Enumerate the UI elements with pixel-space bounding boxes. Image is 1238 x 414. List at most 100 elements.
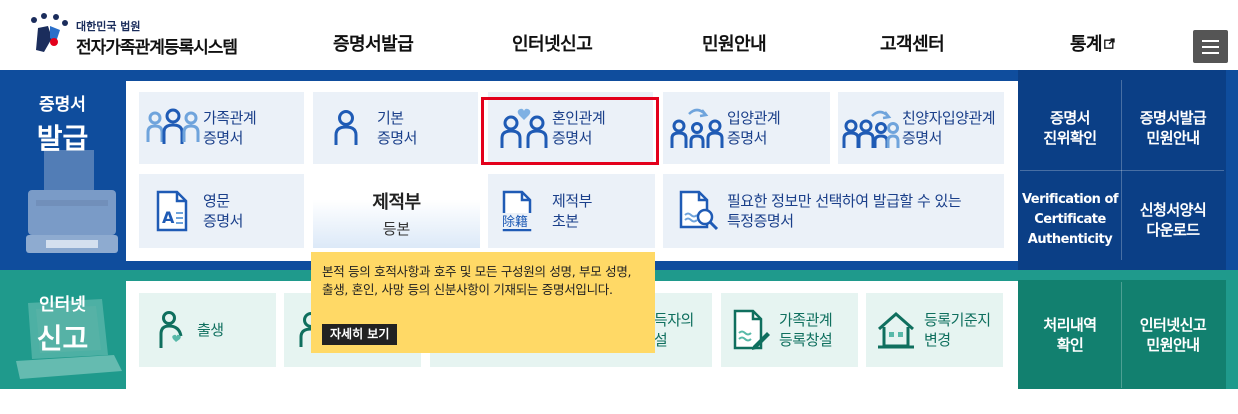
full-adoption-icon [842, 110, 900, 148]
tile-subtitle: 등본 [382, 220, 411, 238]
side-divider-vertical [1121, 282, 1122, 388]
link-line3: Authenticity [1027, 232, 1113, 247]
tile-label-line2: 증명서 [377, 129, 417, 147]
tile-label-line2: 등록창설 [779, 331, 833, 349]
adoption-icon [670, 108, 724, 148]
link-form-download[interactable]: 신청서양식 다운로드 [1123, 200, 1223, 240]
link-certificate-civil-guide[interactable]: 증명서발급 민원안내 [1123, 108, 1223, 148]
tile-label: 제적부 초본 [552, 191, 592, 231]
english-document-icon: A [156, 190, 188, 232]
nav-statistics-label: 통계 [1070, 34, 1103, 55]
tooltip: 본적 등의 호적사항과 호주 및 모든 구성원의 성명, 부모 성명, 출생, … [311, 252, 655, 353]
tile-marriage-certificate[interactable]: 혼인관계 증명서 [488, 92, 653, 164]
link-line1: 신청서양식 [1139, 201, 1207, 219]
link-line2: 확인 [1056, 336, 1084, 354]
birth-icon [159, 311, 183, 348]
link-line2: 민원안내 [1146, 336, 1200, 354]
external-link-icon [1104, 38, 1115, 49]
svg-text:A: A [162, 208, 175, 227]
tile-full-adoption-certificate[interactable]: 친양자입양관계 증명서 [838, 92, 1004, 164]
tile-label-line1: 등록기준지 [924, 311, 991, 329]
family-icon [146, 108, 200, 144]
nav-statistics[interactable]: 통계 [1070, 30, 1115, 56]
tile-specific-certificate[interactable]: 필요한 정보만 선택하여 발급할 수 있는 특정증명서 [663, 174, 1004, 248]
side-divider-horizontal [1020, 170, 1224, 171]
tile-label-line1: 가족관계 [203, 109, 257, 127]
excerpt-badge-text: 除籍 [502, 214, 528, 230]
link-report-civil-guide[interactable]: 인터넷신고 민원안내 [1123, 315, 1223, 355]
tooltip-text: 본적 등의 호적사항과 호주 및 모든 구성원의 성명, 부모 성명, 출생, … [322, 264, 632, 297]
tile-english-certificate[interactable]: A 영문 증명서 [139, 174, 304, 248]
tile-label-line1: 친양자입양관계 [902, 109, 996, 127]
tile-family-relation-certificate[interactable]: 가족관계 증명서 [139, 92, 304, 164]
tile-label-line2: 증명서 [902, 129, 942, 147]
link-line1: 증명서 [1050, 109, 1090, 127]
more-details-button[interactable]: 자세히 보기 [322, 324, 398, 345]
tile-label-line1: 출생 [197, 321, 224, 339]
house-icon [878, 311, 914, 349]
tile-label: 출생 [197, 320, 224, 340]
excerpt-document-icon: 除籍 [500, 190, 546, 232]
nav-civil-guide[interactable]: 민원안내 [702, 30, 767, 56]
hamburger-menu-icon[interactable] [1193, 30, 1228, 63]
tile-label: 등록기준지 변경 [924, 310, 991, 350]
tile-label-line1: 가족관계 [779, 311, 833, 329]
tile-label: 입양관계 증명서 [727, 108, 781, 148]
report-section-label: 인터넷 신고 [0, 290, 125, 357]
site-header: 대한민국 법원 전자가족관계등록시스템 증명서발급 인터넷신고 민원안내 고객센… [0, 0, 1238, 70]
document-search-icon [679, 190, 719, 231]
tile-label-line1: 영문 [203, 192, 230, 210]
report-label-line1: 인터넷 [39, 295, 86, 315]
tile-adoption-certificate[interactable]: 입양관계 증명서 [663, 92, 830, 164]
tile-registry-base-change[interactable]: 등록기준지 변경 [866, 293, 1003, 367]
tile-birth-report[interactable]: 출생 [139, 293, 276, 367]
link-line1: 처리내역 [1043, 316, 1097, 334]
link-line2: 진위확인 [1043, 129, 1097, 147]
certificate-label-line1: 증명서 [39, 95, 86, 115]
registry-create-icon [733, 309, 770, 350]
tile-family-registry-create[interactable]: 가족관계 등록창설 [721, 293, 858, 367]
logo-small-text: 대한민국 법원 [76, 20, 141, 33]
tile-label: 영문 증명서 [203, 191, 243, 231]
tile-basic-certificate[interactable]: 기본 증명서 [313, 92, 478, 164]
tile-label: 가족관계 등록창설 [779, 310, 833, 350]
tile-label: 친양자입양관계 증명서 [902, 108, 996, 148]
report-label-line2: 신고 [36, 322, 89, 355]
nav-internet-report[interactable]: 인터넷신고 [512, 30, 593, 56]
link-verification-english[interactable]: Verification of Certificate Authenticity [1020, 190, 1120, 250]
tile-label: 필요한 정보만 선택하여 발급할 수 있는 특정증명서 [727, 191, 962, 231]
court-emblem-icon [31, 13, 68, 52]
link-line2: 다운로드 [1146, 221, 1200, 239]
printer-icon [26, 150, 118, 253]
link-line2: 민원안내 [1146, 129, 1200, 147]
tile-label-line1: 필요한 정보만 선택하여 발급할 수 있는 [727, 192, 962, 210]
link-line2: Certificate [1034, 212, 1106, 227]
tile-label-line2: 초본 [552, 212, 579, 230]
tile-label-line2: 증명서 [552, 129, 592, 147]
logo-title: 전자가족관계등록시스템 [76, 38, 238, 58]
link-process-history[interactable]: 처리내역 확인 [1020, 315, 1120, 355]
tile-label: 기본 증명서 [377, 108, 417, 148]
link-line1: Verification of [1021, 192, 1119, 207]
nav-customer-center[interactable]: 고객센터 [880, 30, 945, 56]
certificate-section-label: 증명서 발급 [0, 90, 125, 157]
tile-label-line2: 증명서 [727, 129, 767, 147]
tile-label-line2: 변경 [924, 331, 951, 349]
tile-label-line2: 특정증명서 [727, 212, 794, 230]
certificate-label-line2: 발급 [36, 122, 89, 155]
tile-removed-register-copy[interactable]: 제적부 등본 [313, 174, 480, 248]
tile-title: 제적부 [372, 192, 421, 213]
tile-label: 혼인관계 증명서 [552, 108, 606, 148]
link-line1: 증명서발급 [1139, 109, 1207, 127]
couple-heart-icon [500, 108, 548, 148]
link-line1: 인터넷신고 [1139, 316, 1207, 334]
tile-label-line1: 혼인관계 [552, 109, 606, 127]
site-logo[interactable]: 대한민국 법원 전자가족관계등록시스템 [26, 12, 256, 60]
link-certificate-verification[interactable]: 증명서 진위확인 [1020, 108, 1120, 148]
tile-removed-register-excerpt[interactable]: 除籍 제적부 초본 [488, 174, 655, 248]
tile-label-line1: 제적부 [552, 192, 592, 210]
nav-certificate[interactable]: 증명서발급 [333, 30, 414, 56]
tile-label: 가족관계 증명서 [203, 108, 257, 148]
tile-label-line1: 입양관계 [727, 109, 781, 127]
tile-label-line2: 증명서 [203, 129, 243, 147]
